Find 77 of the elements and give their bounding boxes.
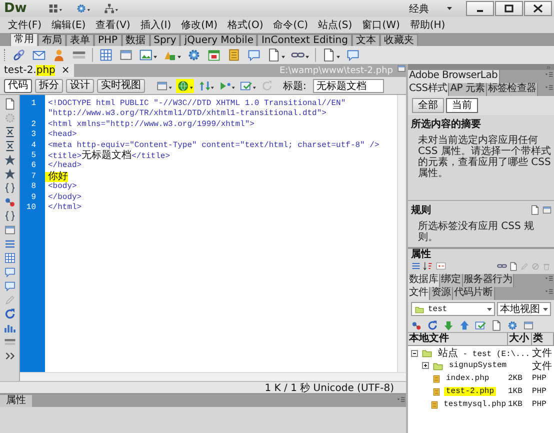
- panel-tab[interactable]: 资源: [430, 287, 453, 300]
- panel-tab[interactable]: 标签检查器: [486, 83, 538, 96]
- file-name[interactable]: signupSystem: [447, 361, 509, 370]
- insert-tab[interactable]: InContext Editing: [257, 34, 352, 46]
- code-line: <title>无标题文档</title>: [47, 150, 170, 161]
- column-header[interactable]: 大小: [508, 333, 532, 345]
- code-line: "http://www.w3.org/TR/xhtml1/DTD/xhtml1-transitional.dtd">: [47, 109, 326, 120]
- view-select[interactable]: 本地视图: [497, 302, 551, 316]
- title-label: 标题:: [283, 80, 306, 92]
- menu-item[interactable]: 修改(M): [176, 18, 223, 32]
- code-line: </head>: [47, 161, 82, 171]
- panel-tab[interactable]: 文件: [408, 287, 430, 300]
- file-name[interactable]: testmysql.php: [442, 400, 508, 409]
- insert-tab[interactable]: PHP: [94, 34, 122, 46]
- panel-tab[interactable]: Adobe BrowserLab: [408, 70, 500, 83]
- mode-button[interactable]: 全部: [412, 98, 444, 113]
- file-type: PHP: [532, 400, 548, 409]
- code-line: <body>: [47, 182, 77, 193]
- file-name[interactable]: index.php: [444, 374, 492, 383]
- menu-item[interactable]: 插入(I): [135, 18, 176, 32]
- insert-tab[interactable]: 常用: [10, 33, 38, 46]
- view-button[interactable]: 拆分: [35, 78, 63, 92]
- code-line: <head>: [47, 130, 77, 141]
- site-select[interactable]: test: [411, 302, 495, 316]
- code-line: <!DOCTYPE html PUBLIC "-//W3C//DTD XHTML 1.0 Transitional//EN": [47, 99, 346, 109]
- view-button[interactable]: 实时视图: [97, 78, 145, 92]
- code-line: </body>: [47, 192, 82, 203]
- rules-text: 所选标签没有应用 CSS 规则。: [417, 220, 536, 243]
- panel-tab[interactable]: AP 元素: [449, 83, 487, 96]
- panel-tab[interactable]: CSS样式: [408, 83, 450, 96]
- file-name[interactable]: test-2.php: [444, 387, 496, 396]
- menu-item[interactable]: 站点(S): [313, 18, 358, 32]
- workspace-switcher[interactable]: 经典: [409, 2, 429, 16]
- mode-button[interactable]: 当前: [446, 98, 478, 113]
- menu-item[interactable]: 格式(O): [222, 18, 268, 32]
- file-name[interactable]: 站点 - test (E:\...: [436, 346, 532, 360]
- document-tab[interactable]: test-2.php ×: [0, 64, 74, 77]
- column-header[interactable]: 类: [532, 333, 554, 345]
- code-line: <html xmlns="http://www.w3.org/1999/xhtml">: [47, 120, 254, 130]
- menu-item[interactable]: 帮助(H): [404, 18, 450, 32]
- file-type: 文件: [532, 360, 553, 372]
- close-tab-button[interactable]: ×: [61, 66, 70, 76]
- section-heading: 规则: [410, 204, 432, 218]
- menu-item[interactable]: 查看(V): [90, 18, 136, 32]
- code-line: <meta http-equiv="Content-Type" content="text/html; charset=utf-8" />: [47, 140, 380, 150]
- insert-tab[interactable]: 文本: [352, 34, 380, 46]
- panel-tab[interactable]: 服务器行为: [462, 274, 514, 287]
- section-heading: 所选内容的摘要: [410, 117, 482, 132]
- section-heading: 属性: [410, 249, 432, 261]
- insert-tab[interactable]: jQuery Mobile: [180, 34, 258, 46]
- file-type: 文件: [532, 346, 553, 360]
- code-line: </html>: [47, 202, 82, 214]
- file-type: PHP: [532, 374, 548, 383]
- file-type: PHP: [532, 387, 548, 396]
- menu-item[interactable]: 编辑(E): [46, 18, 91, 32]
- view-button[interactable]: 设计: [66, 78, 94, 92]
- panel-tab[interactable]: 绑定: [440, 274, 463, 287]
- menu-item[interactable]: 命令(C): [268, 18, 314, 32]
- file-size: 2KB: [508, 374, 524, 383]
- status-text: 1 K / 1 秒 Unicode (UTF-8): [264, 382, 394, 394]
- file-path: E:\wamp\www\test-2.php: [279, 66, 393, 76]
- insert-tab[interactable]: Spry: [150, 34, 180, 46]
- view-button[interactable]: 代码: [4, 78, 32, 92]
- insert-tab[interactable]: 收藏夹: [380, 34, 418, 46]
- panel-tab[interactable]: 属性: [0, 395, 32, 407]
- menu-item[interactable]: 文件(F): [3, 18, 47, 32]
- title-field[interactable]: 无标题文档: [313, 78, 384, 92]
- insert-tab[interactable]: 表单: [66, 34, 94, 46]
- file-size: 1KB: [508, 387, 524, 396]
- panel-tab[interactable]: 数据库: [408, 274, 440, 287]
- file-size: 1KB: [508, 400, 524, 409]
- menu-item[interactable]: 窗口(W): [357, 18, 405, 32]
- insert-tab[interactable]: 布局: [38, 34, 66, 46]
- summary-text: 未对当前选定内容应用任何 CSS 属性。请选择一个带样式的元素，查看应用了哪些 CSS 属性。: [417, 134, 552, 179]
- panel-tab[interactable]: 代码片断: [452, 287, 495, 300]
- app-logo: Dw: [4, 1, 28, 16]
- insert-tab[interactable]: 数据: [122, 34, 150, 46]
